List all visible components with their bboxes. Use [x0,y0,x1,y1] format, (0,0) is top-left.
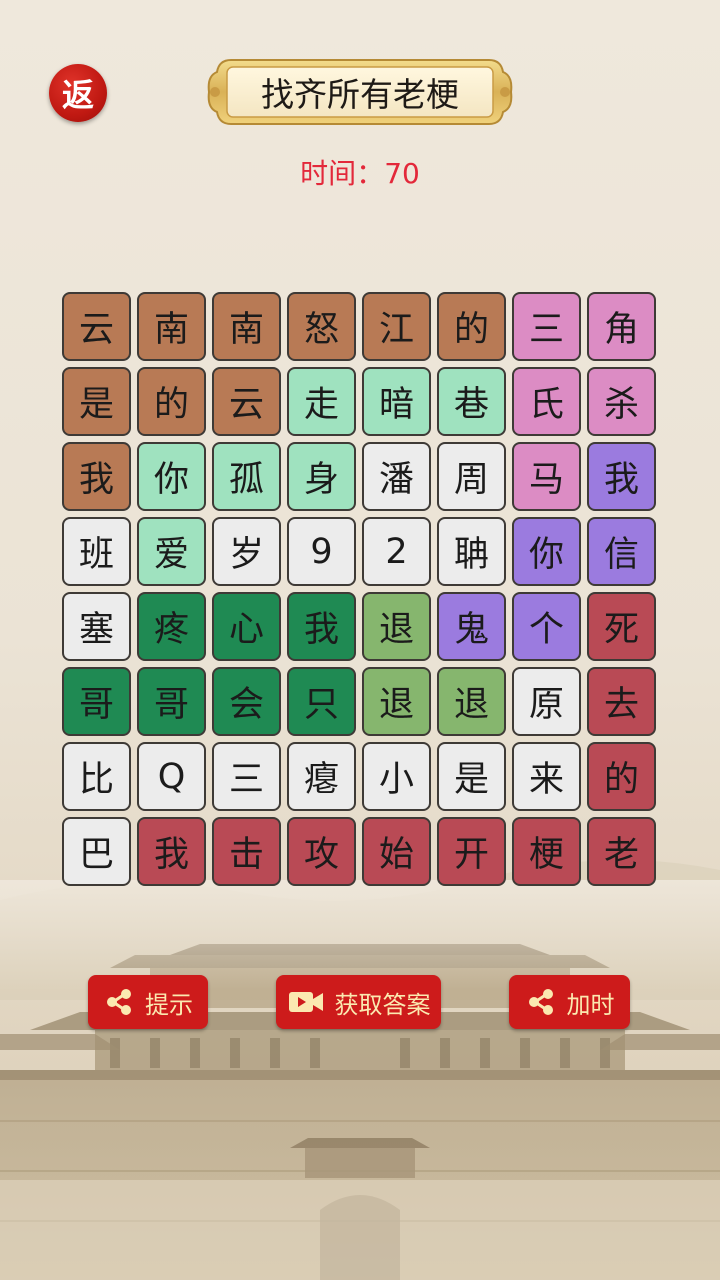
grid-tile[interactable]: 孤 [212,442,281,511]
video-icon [288,992,323,1012]
grid-tile[interactable]: 我 [62,442,131,511]
grid-tile[interactable]: 你 [137,442,206,511]
grid-tile[interactable]: 身 [287,442,356,511]
grid-tile[interactable]: 2 [362,517,431,586]
grid-tile[interactable]: 我 [137,817,206,886]
grid-tile[interactable]: 击 [212,817,281,886]
get-answer-button[interactable]: 获取答案 [276,975,441,1029]
grid-tile[interactable]: 角 [587,292,656,361]
grid-tile[interactable]: 爱 [137,517,206,586]
grid-tile[interactable]: 班 [62,517,131,586]
timer: 时间：70 [0,152,720,192]
grid-tile[interactable]: 塞 [62,592,131,661]
grid-tile[interactable]: 你 [512,517,581,586]
grid-tile[interactable]: 走 [287,367,356,436]
grid-tile[interactable]: 怒 [287,292,356,361]
grid-tile[interactable]: 岁 [212,517,281,586]
share-icon [528,989,553,1015]
hint-button-label: 提示 [145,990,193,1019]
grid-tile[interactable]: 心 [212,592,281,661]
grid-tile[interactable]: 鬼 [437,592,506,661]
grid-tile[interactable]: 江 [362,292,431,361]
grid-tile[interactable]: 是 [437,742,506,811]
grid-tile[interactable]: 退 [362,667,431,736]
grid-tile[interactable]: 三 [212,742,281,811]
grid-tile[interactable]: 个 [512,592,581,661]
grid-tile[interactable]: 的 [587,742,656,811]
get-answer-button-label: 获取答案 [334,990,431,1019]
add-time-button-label: 加时 [566,990,615,1019]
grid-tile[interactable]: 杀 [587,367,656,436]
grid-tile[interactable]: Q [137,742,206,811]
grid-tile[interactable]: 云 [62,292,131,361]
grid-tile[interactable]: 南 [137,292,206,361]
grid-tile[interactable]: 会 [212,667,281,736]
timer-value: 70 [384,157,420,190]
timer-label: 时间： [300,157,385,190]
grid-tile[interactable]: 氏 [512,367,581,436]
grid-tile[interactable]: 去 [587,667,656,736]
grid-tile[interactable]: 来 [512,742,581,811]
grid-tile[interactable]: 疼 [137,592,206,661]
grid-tile[interactable]: 巴 [62,817,131,886]
grid-tile[interactable]: 老 [587,817,656,886]
add-time-button[interactable]: 加时 [509,975,630,1029]
grid-tile[interactable]: 只 [287,667,356,736]
grid-tile[interactable]: 云 [212,367,281,436]
grid-tile[interactable]: 聃 [437,517,506,586]
grid-tile[interactable]: 原 [512,667,581,736]
grid-tile[interactable]: 9 [287,517,356,586]
grid-tile[interactable]: 死 [587,592,656,661]
back-button-label: 返 [61,76,94,114]
title-plaque: 找齐所有老梗 [207,56,513,128]
grid-tile[interactable]: 的 [137,367,206,436]
grid-tile[interactable]: 我 [587,442,656,511]
grid-tile[interactable]: 退 [437,667,506,736]
grid-tile[interactable]: 三 [512,292,581,361]
grid-tile[interactable]: 小 [362,742,431,811]
grid-tile[interactable]: 信 [587,517,656,586]
share-icon [107,989,131,1015]
grid-tile[interactable]: 巷 [437,367,506,436]
hint-button[interactable]: 提示 [88,975,208,1029]
grid-tile[interactable]: 暗 [362,367,431,436]
grid-tile[interactable]: 攻 [287,817,356,886]
grid-tile[interactable]: 南 [212,292,281,361]
grid-tile[interactable]: 的 [437,292,506,361]
grid-tile[interactable]: 是 [62,367,131,436]
character-grid: 云南南怒江的三角是的云走暗巷氏杀我你孤身潘周马我班爱岁92聃你信塞疼心我退鬼个死… [62,292,656,886]
grid-tile[interactable]: 潘 [362,442,431,511]
grid-tile[interactable]: 始 [362,817,431,886]
grid-tile[interactable]: 瘪 [287,742,356,811]
grid-tile[interactable]: 周 [437,442,506,511]
grid-tile[interactable]: 哥 [137,667,206,736]
page-title: 找齐所有老梗 [261,75,459,114]
grid-tile[interactable]: 我 [287,592,356,661]
back-button[interactable]: 返 [49,64,107,122]
grid-tile[interactable]: 哥 [62,667,131,736]
grid-tile[interactable]: 马 [512,442,581,511]
grid-tile[interactable]: 退 [362,592,431,661]
grid-tile[interactable]: 开 [437,817,506,886]
grid-tile[interactable]: 梗 [512,817,581,886]
grid-tile[interactable]: 比 [62,742,131,811]
